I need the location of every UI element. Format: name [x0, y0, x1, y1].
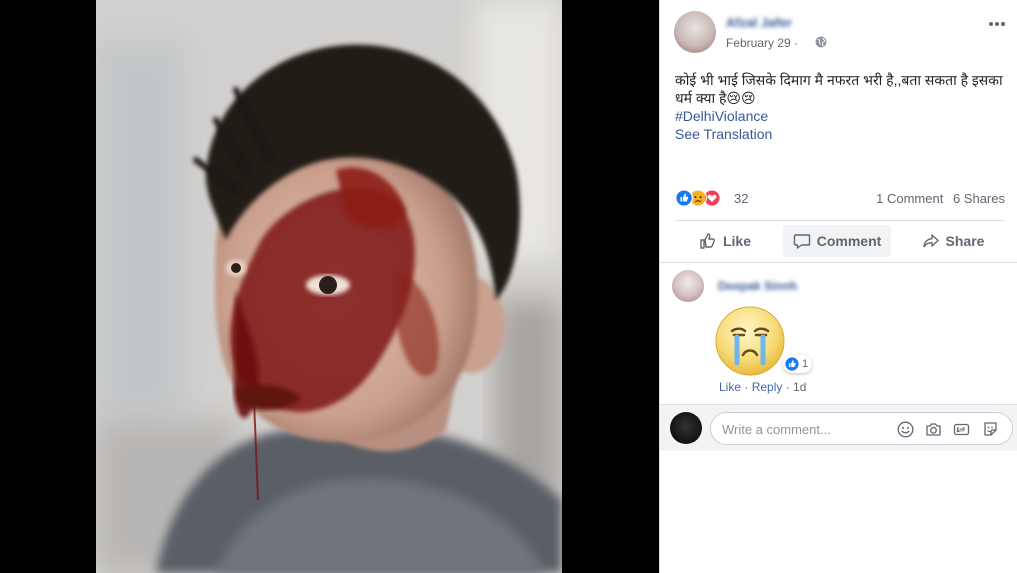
- comment-like-link[interactable]: Like: [719, 380, 741, 394]
- post-photo[interactable]: [96, 0, 562, 573]
- comment-reaction-badge[interactable]: 1: [783, 355, 813, 373]
- camera-icon[interactable]: [925, 421, 942, 438]
- divider: [660, 262, 1017, 263]
- hashtag-link[interactable]: #DelhiViolance: [675, 107, 1005, 125]
- emoji-icon[interactable]: [897, 421, 914, 438]
- like-reaction-icon: [785, 357, 799, 371]
- crying-sticker: [715, 306, 785, 376]
- author-avatar[interactable]: [674, 11, 716, 53]
- reactions-bar: 32 1 Comment 6 Shares: [675, 188, 1005, 210]
- share-button[interactable]: Share: [901, 225, 1005, 257]
- author-name[interactable]: Afzal Jafer: [726, 15, 792, 30]
- divider: [675, 220, 1005, 221]
- post-date[interactable]: February 29 ·: [726, 36, 798, 50]
- gif-icon[interactable]: [953, 421, 970, 438]
- commenter-avatar[interactable]: [672, 270, 704, 302]
- current-user-avatar: [670, 412, 702, 444]
- see-translation-link[interactable]: See Translation: [675, 125, 1005, 143]
- comment-input[interactable]: Write a comment...: [710, 412, 1013, 445]
- comment-actions: Like · Reply · 1d: [719, 380, 806, 394]
- engagement-counts: 1 Comment 6 Shares: [870, 191, 1005, 206]
- write-comment-bar: Write a comment...: [660, 404, 1017, 451]
- comment-reply-link[interactable]: Reply: [752, 380, 783, 394]
- share-label: Share: [945, 233, 985, 249]
- reaction-count[interactable]: 32: [734, 191, 748, 206]
- more-options-icon[interactable]: [988, 21, 1006, 27]
- comment-label: Comment: [816, 233, 882, 249]
- sticker-icon[interactable]: [982, 421, 999, 438]
- photo-image: [96, 0, 562, 573]
- commenter-name[interactable]: Deepak Sinnh: [718, 279, 797, 293]
- separator: ·: [782, 380, 794, 394]
- comment-input-placeholder: Write a comment...: [722, 422, 831, 437]
- post-message: कोई भी भाई जिसके दिमाग मै नफरत भरी है,,ब…: [675, 72, 1003, 106]
- thumbs-up-icon: [700, 233, 715, 249]
- photo-viewer: [0, 0, 659, 573]
- globe-icon: [815, 36, 827, 48]
- post-actions: Like Comment Share: [675, 225, 1005, 257]
- comment-count-link[interactable]: 1 Comment: [876, 191, 943, 206]
- photo-theater: Afzal Jafer February 29 · कोई भी भाई जिस…: [0, 0, 1017, 573]
- like-button[interactable]: Like: [675, 225, 775, 257]
- comment-icon: [793, 234, 810, 249]
- share-count-link[interactable]: 6 Shares: [953, 191, 1005, 206]
- post-header: Afzal Jafer February 29 ·: [674, 11, 1014, 55]
- post-body: कोई भी भाई जिसके दिमाग मै नफरत भरी है,,ब…: [675, 71, 1005, 143]
- comments-section: Deepak Sinnh 1 Like · Reply · 1d: [660, 262, 1017, 404]
- post-panel: Afzal Jafer February 29 · कोई भी भाई जिस…: [659, 0, 1017, 573]
- comment-timestamp[interactable]: 1d: [793, 380, 806, 394]
- like-label: Like: [722, 233, 751, 249]
- separator: ·: [741, 380, 752, 394]
- like-reaction-icon[interactable]: [675, 189, 693, 207]
- comment-button[interactable]: Comment: [783, 225, 891, 257]
- share-icon: [922, 234, 939, 248]
- comment-reaction-count: 1: [802, 358, 809, 370]
